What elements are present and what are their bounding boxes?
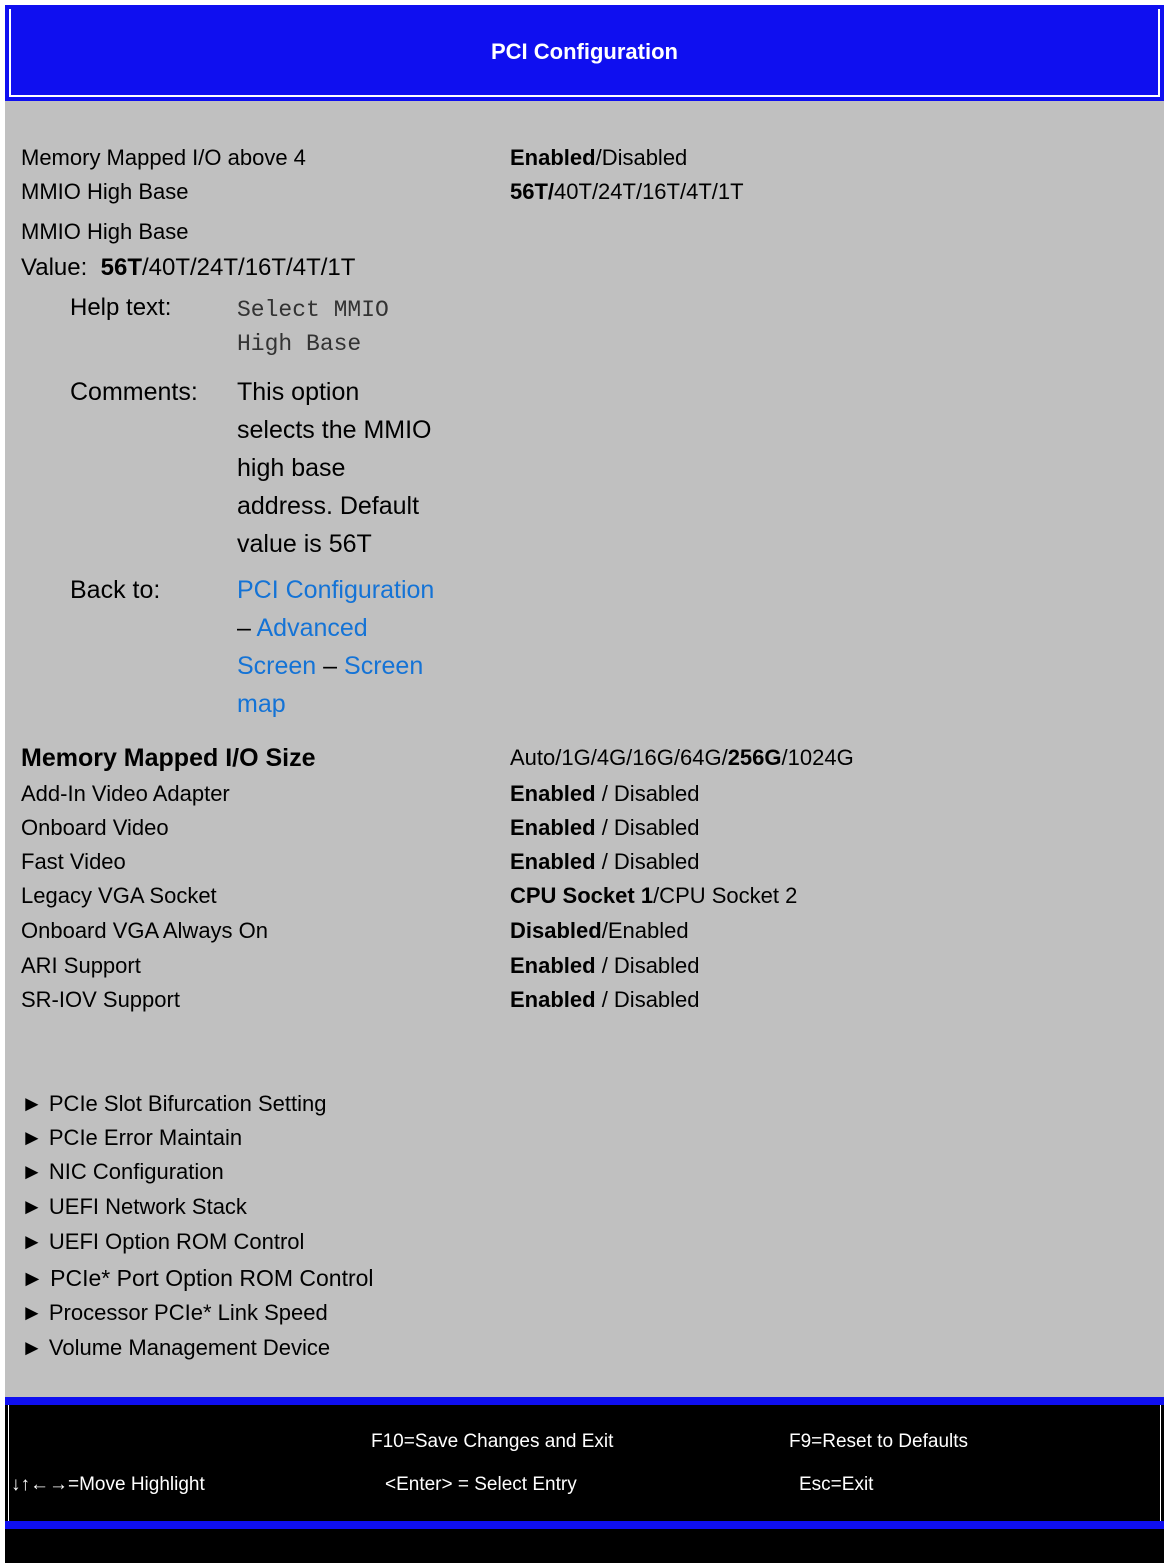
help-text-line: High Base [237, 331, 362, 357]
setting-sriov-support-label[interactable]: SR-IOV Support [21, 985, 180, 1015]
link-separator: – [237, 614, 257, 642]
submenu-uefi-network-stack[interactable]: ► UEFI Network Stack [21, 1190, 247, 1224]
setting-ari-support-label[interactable]: ARI Support [21, 951, 141, 981]
submenu-volume-management-device[interactable]: ► Volume Management Device [21, 1331, 330, 1365]
option-others: /Disabled [595, 145, 688, 170]
option-default: Enabled [510, 987, 596, 1012]
comments-line: This option [237, 378, 360, 406]
submenu-processor-pcie-link-speed[interactable]: ► Processor PCIe* Link Speed [21, 1296, 328, 1330]
option-others: Auto/1G/4G/16G/64G/ [510, 745, 728, 770]
key-hint-save-exit: F10=Save Changes and Exit [371, 1431, 614, 1452]
setting-addin-video-label[interactable]: Add-In Video Adapter [21, 779, 230, 809]
option-others: / Disabled [595, 953, 700, 978]
footer-top-rule [5, 1397, 1164, 1405]
link-screen-map[interactable]: Screen [344, 652, 423, 680]
option-default: Enabled [510, 815, 596, 840]
option-default: CPU Socket 1 [510, 883, 654, 908]
setting-mmio-size-label[interactable]: Memory Mapped I/O Size [21, 743, 316, 773]
back-to-label: Back to: [70, 576, 161, 604]
option-others: / Disabled [595, 781, 700, 806]
option-others: / Disabled [595, 987, 700, 1012]
value-rest: /40T/24T/16T/4T/1T [141, 254, 356, 281]
submenu-pcie-port-option-rom[interactable]: ► PCIe* Port Option ROM Control [21, 1261, 374, 1295]
option-others: /Enabled [601, 918, 689, 943]
option-default: 256G [727, 745, 782, 770]
option-default: Enabled [510, 145, 596, 170]
submenu-nic-configuration[interactable]: ► NIC Configuration [21, 1155, 224, 1189]
link-advanced-screen-2[interactable]: Screen [237, 652, 316, 680]
option-default: Disabled [510, 918, 602, 943]
option-others: /CPU Socket 2 [653, 883, 798, 908]
option-others: /1024G [781, 745, 854, 770]
comments-line: selects the MMIO [237, 416, 432, 444]
setting-mmio-above-4g-label[interactable]: Memory Mapped I/O above 4 [21, 143, 306, 173]
setting-vga-always-on-value[interactable]: Disabled/Enabled [510, 916, 689, 946]
key-hint-reset-defaults: F9=Reset to Defaults [789, 1431, 969, 1452]
comments-text: This option selects the MMIO high base a… [237, 373, 487, 563]
comments-line: value is 56T [237, 530, 372, 558]
link-screen-map-2[interactable]: map [237, 690, 286, 718]
arrow-keys-icon: ↓↑←→ [11, 1474, 68, 1495]
setting-onboard-video-label[interactable]: Onboard Video [21, 813, 169, 843]
back-to-links: PCI Configuration – Advanced Screen – Sc… [237, 571, 487, 723]
footer-border [8, 1405, 1161, 1521]
setting-mmio-high-base-label[interactable]: MMIO High Base [21, 177, 189, 207]
move-highlight-label: =Move Highlight [68, 1474, 205, 1495]
submenu-pcie-slot-bifurcation[interactable]: ► PCIe Slot Bifurcation Setting [21, 1087, 326, 1121]
option-others: / Disabled [595, 815, 700, 840]
setting-legacy-vga-value[interactable]: CPU Socket 1/CPU Socket 2 [510, 881, 797, 911]
comments-line: high base [237, 454, 346, 482]
header-bar: PCI Configuration [5, 5, 1164, 101]
footer-bottom-rule [5, 1521, 1164, 1529]
option-default: Enabled [510, 953, 596, 978]
option-default: 56T/ [510, 179, 555, 204]
help-text: Select MMIO High Base [237, 293, 487, 361]
settings-panel: Memory Mapped I/O above 4 Enabled/Disabl… [5, 101, 1164, 1397]
key-hint-select-entry: <Enter> = Select Entry [385, 1474, 577, 1495]
detail-name: MMIO High Base [21, 219, 189, 244]
value-default: 56T [100, 254, 142, 281]
option-default: Enabled [510, 849, 596, 874]
detail-value: Value: 56T/40T/24T/16T/4T/1T [21, 253, 355, 283]
footer-bar: F10=Save Changes and Exit F9=Reset to De… [5, 1397, 1164, 1563]
option-default: Enabled [510, 781, 596, 806]
page-title: PCI Configuration [491, 39, 678, 64]
bios-screen: PCI Configuration Memory Mapped I/O abov… [5, 5, 1164, 1563]
comments-line: address. Default [237, 492, 420, 520]
setting-vga-always-on-label[interactable]: Onboard VGA Always On [21, 916, 268, 946]
setting-fast-video-label[interactable]: Fast Video [21, 847, 126, 877]
submenu-uefi-option-rom-control[interactable]: ► UEFI Option ROM Control [21, 1225, 304, 1259]
value-label: Value: [21, 254, 88, 281]
setting-onboard-video-value[interactable]: Enabled / Disabled [510, 813, 700, 843]
option-others: / Disabled [595, 849, 700, 874]
setting-fast-video-value[interactable]: Enabled / Disabled [510, 847, 700, 877]
link-pci-configuration[interactable]: PCI Configuration [237, 576, 434, 604]
setting-legacy-vga-label[interactable]: Legacy VGA Socket [21, 881, 217, 911]
key-hint-exit: Esc=Exit [799, 1474, 874, 1495]
setting-mmio-size-value[interactable]: Auto/1G/4G/16G/64G/256G/1024G [510, 743, 854, 773]
submenu-pcie-error-maintain[interactable]: ► PCIe Error Maintain [21, 1121, 242, 1155]
key-hint-move-highlight: ↓↑←→=Move Highlight [11, 1474, 205, 1496]
link-advanced-screen[interactable]: Advanced [256, 614, 367, 642]
comments-label: Comments: [70, 378, 198, 406]
help-text-line: Select MMIO [237, 297, 389, 323]
link-separator: – [316, 652, 345, 680]
setting-addin-video-value[interactable]: Enabled / Disabled [510, 779, 700, 809]
setting-mmio-above-4g-value[interactable]: Enabled/Disabled [510, 143, 687, 173]
setting-ari-support-value[interactable]: Enabled / Disabled [510, 951, 700, 981]
option-others: 40T/24T/16T/4T/1T [554, 179, 744, 204]
setting-sriov-support-value[interactable]: Enabled / Disabled [510, 985, 700, 1015]
help-text-label: Help text: [70, 294, 172, 321]
setting-mmio-high-base-value[interactable]: 56T/40T/24T/16T/4T/1T [510, 177, 744, 207]
